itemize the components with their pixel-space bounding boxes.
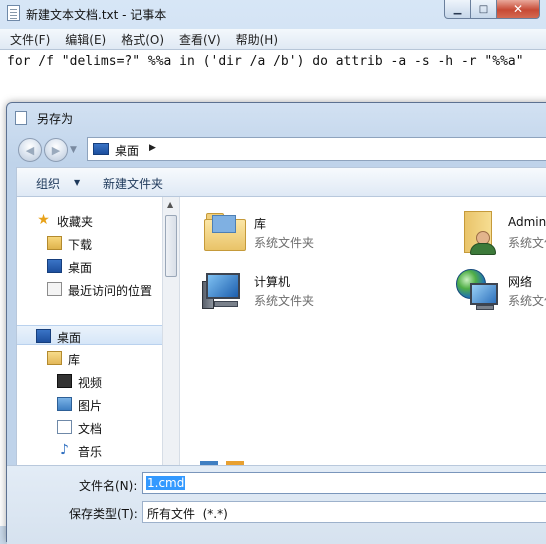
file-item-administrator[interactable]: Administrator 系统文件夹 [454, 209, 546, 261]
address-bar[interactable]: 桌面 ▶ [87, 137, 546, 161]
maximize-button[interactable]: □ [471, 0, 497, 19]
forward-arrow-icon: ▶ [51, 143, 61, 157]
file-item-name: 网络 [508, 275, 533, 289]
file-item-type: 系统文件夹 [508, 294, 546, 308]
nav-item-label: 桌面 [68, 261, 93, 275]
star-icon: ★ [37, 212, 50, 228]
music-icon: ♪ [60, 442, 69, 458]
file-item-libraries[interactable]: 库 系统文件夹 [200, 209, 400, 261]
nav-item-recent-places[interactable]: 最近访问的位置 [17, 279, 162, 299]
nav-item-libraries[interactable]: 库 [17, 348, 162, 368]
downloads-folder-icon [47, 236, 62, 250]
user-folder-icon [454, 209, 502, 257]
nav-item-label: 最近访问的位置 [68, 284, 153, 298]
maximize-icon: □ [478, 3, 489, 15]
notepad-content: for /f "delims=?" %%a in ('dir /a /b') d… [7, 54, 524, 69]
nav-item-video[interactable]: 视频 [17, 371, 162, 391]
nav-item-favorites[interactable]: ★ 收藏夹 [17, 210, 162, 230]
organize-button[interactable]: 组织 [36, 175, 60, 192]
notepad-icon [7, 5, 20, 21]
back-arrow-icon: ◀ [25, 143, 35, 157]
desktop-icon [47, 259, 62, 273]
file-item-computer[interactable]: 计算机 系统文件夹 [200, 267, 400, 319]
scroll-up-icon[interactable]: ▲ [167, 200, 173, 209]
documents-icon [57, 420, 72, 434]
notepad-title: 新建文本文档.txt - 记事本 [26, 8, 167, 22]
window-controls: ▁ □ ✕ [444, 0, 540, 20]
libraries-icon [200, 209, 248, 257]
forward-button[interactable]: ▶ [44, 138, 68, 162]
nav-item-label: 图片 [78, 399, 103, 413]
file-item-network[interactable]: 网络 系统文件夹 [454, 267, 546, 319]
menu-edit[interactable]: 编辑(E) [55, 29, 111, 49]
menu-help[interactable]: 帮助(H) [226, 29, 283, 49]
nav-item-label: 文档 [78, 422, 103, 436]
close-icon: ✕ [512, 2, 524, 16]
nav-item-label: 音乐 [78, 445, 103, 459]
menu-format[interactable]: 格式(O) [111, 29, 169, 49]
nav-item-label: 桌面 [57, 331, 82, 345]
organize-dropdown-icon[interactable]: ▼ [74, 178, 80, 187]
filename-value: 1.cmd [146, 476, 186, 490]
close-button[interactable]: ✕ [497, 0, 540, 19]
navigation-row: ◀ ▶ ▼ 桌面 ▶ [7, 131, 546, 167]
nav-item-documents[interactable]: 文档 [17, 417, 162, 437]
filename-label: 文件名(N): [79, 479, 138, 493]
nav-item-downloads[interactable]: 下载 [17, 233, 162, 253]
menu-view[interactable]: 查看(V) [169, 29, 226, 49]
filetype-select[interactable]: 所有文件 (*.*) [142, 501, 546, 523]
desktop-icon [93, 143, 109, 155]
network-icon [454, 267, 502, 315]
library-icon [47, 351, 62, 365]
video-icon [57, 374, 72, 388]
save-as-dialog: 另存为 ◀ ▶ ▼ 桌面 ▶ 组织 ▼ 新建文件夹 ★ 收藏夹 下载 桌面 最近 [6, 102, 546, 544]
nav-item-label: 视频 [78, 376, 103, 390]
file-item-name: 计算机 [254, 275, 291, 289]
pictures-icon [57, 397, 72, 411]
nav-item-music[interactable]: ♪ 音乐 [17, 440, 162, 460]
navigation-pane: ★ 收藏夹 下载 桌面 最近访问的位置 桌面 库 视频 图片 文档 ♪ 音乐 [16, 197, 162, 465]
dialog-titlebar[interactable]: 另存为 [7, 103, 546, 131]
dialog-title: 另存为 [37, 112, 74, 126]
save-form: 文件名(N): 1.cmd 保存类型(T): 所有文件 (*.*) [7, 465, 546, 544]
file-item-type: 系统文件夹 [254, 294, 315, 308]
back-button[interactable]: ◀ [18, 138, 42, 162]
notepad-titlebar[interactable]: 新建文本文档.txt - 记事本 ▁ □ ✕ [0, 0, 546, 28]
file-item-type: 系统文件夹 [508, 236, 546, 250]
file-item-type: 系统文件夹 [254, 236, 315, 250]
address-location[interactable]: 桌面 [115, 142, 139, 159]
menu-file[interactable]: 文件(F) [0, 29, 55, 49]
nav-item-desktop-root[interactable]: 桌面 [17, 325, 162, 345]
minimize-button[interactable]: ▁ [444, 0, 471, 19]
filetype-value: 所有文件 (*.*) [147, 507, 228, 521]
recent-places-icon [47, 282, 62, 296]
nav-item-label: 库 [68, 353, 81, 367]
file-item-name: Administrator [508, 215, 546, 229]
nav-item-desktop[interactable]: 桌面 [17, 256, 162, 276]
filename-input[interactable]: 1.cmd [142, 472, 546, 494]
minimize-icon: ▁ [453, 3, 462, 15]
notepad-menubar: 文件(F) 编辑(E) 格式(O) 查看(V) 帮助(H) [0, 29, 546, 50]
nav-item-label: 收藏夹 [57, 215, 94, 229]
desktop-icon [36, 329, 51, 343]
new-folder-button[interactable]: 新建文件夹 [103, 175, 163, 192]
filetype-label: 保存类型(T): [69, 507, 138, 521]
dialog-icon [15, 111, 27, 125]
command-bar: 组织 ▼ 新建文件夹 [16, 167, 546, 197]
address-chevron-icon[interactable]: ▶ [149, 143, 156, 153]
recent-pages-dropdown-icon[interactable]: ▼ [70, 145, 77, 155]
scrollbar-thumb[interactable] [165, 215, 177, 277]
nav-item-label: 下载 [68, 238, 93, 252]
file-list-pane: 库 系统文件夹 Administrator 系统文件夹 计算机 系统文件夹 [179, 197, 546, 465]
computer-icon [200, 267, 248, 315]
navigation-scrollbar[interactable]: ▲ [162, 197, 179, 465]
file-item-name: 库 [254, 217, 267, 231]
nav-item-pictures[interactable]: 图片 [17, 394, 162, 414]
